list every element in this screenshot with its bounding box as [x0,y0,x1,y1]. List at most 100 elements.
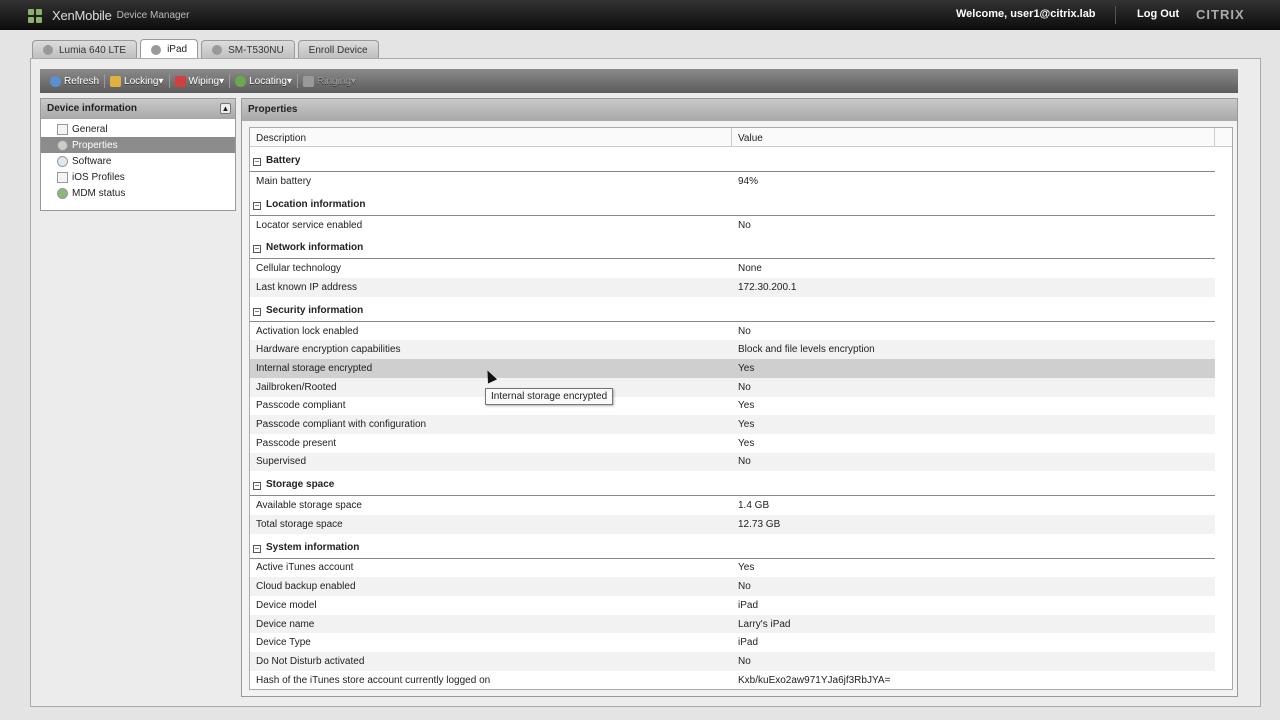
collapse-group-icon[interactable]: − [253,158,261,166]
group-header[interactable]: − System information [250,534,1215,559]
top-bar: XenMobile Device Manager Welcome, user1@… [0,0,1280,30]
property-description: Do Not Disturb activated [256,655,365,667]
table-row[interactable]: Total storage space 12.73 GB [250,514,1215,534]
phone-icon [302,75,314,87]
property-description: Available storage space [256,500,362,512]
property-description: Device Type [256,637,311,649]
table-row[interactable]: Do Not Disturb activated No [250,652,1215,671]
property-description: Supervised [256,456,307,468]
tab-enroll-device[interactable]: Enroll Device [297,40,379,59]
property-value: Yes [738,362,755,374]
sidebar-item-label: General [72,123,108,135]
sidebar-item-mdm-status[interactable]: MDM status [41,185,235,201]
wiping-menu[interactable]: Wiping ▾ [170,72,230,90]
lock-icon [110,75,122,87]
property-description: Cellular technology [256,263,342,275]
device-tabs: Lumia 640 LTE iPad SM-T530NU Enroll Devi… [32,39,382,59]
tab-label: Enroll Device [308,44,368,56]
group-header[interactable]: − Storage space [250,471,1215,497]
locking-menu[interactable]: Locking ▾ [105,72,169,90]
chevron-down-icon: ▾ [158,75,164,87]
divider [1115,6,1116,24]
property-value: iPad [738,599,759,611]
group-title: Storage space [266,479,335,491]
properties-grid: Description Value − Battery Main battery 94… [249,127,1233,690]
table-row[interactable]: Supervised No [250,452,1215,472]
table-row[interactable]: Available storage space 1.4 GB [250,496,1215,515]
property-value: Larry's iPad [738,618,791,630]
property-value: Yes [738,437,755,449]
collapse-group-icon[interactable]: − [253,482,261,491]
group-title: Security information [266,304,364,316]
group-header[interactable]: − Network information [250,234,1215,260]
property-description: Activation lock enabled [256,325,359,337]
locating-menu[interactable]: Locating ▾ [230,72,297,90]
property-value: No [738,581,751,593]
refresh-icon [50,75,61,87]
tooltip: Internal storage encrypted [485,388,614,405]
table-row[interactable]: Device name Larry's iPad [250,614,1215,634]
property-value: No [738,325,751,337]
collapse-group-icon[interactable]: − [253,201,261,210]
property-value: No [738,381,751,393]
table-row[interactable]: Internal storage encrypted Yes [250,359,1215,378]
table-row[interactable]: Locator service enabled No [250,216,1215,235]
wipe-icon [174,75,186,87]
collapse-group-icon[interactable]: − [253,245,261,254]
table-row[interactable]: Activation lock enabled No [250,322,1215,341]
welcome-text: Welcome, user1@citrix.lab [956,8,1096,20]
group-header[interactable]: − Battery [250,147,1215,172]
table-row[interactable]: Main battery 94% [250,172,1215,191]
status-icon [57,187,68,199]
property-description: Last known IP address [256,281,357,293]
table-row[interactable]: Hash of the iTunes store account current… [250,671,1215,689]
collapse-icon[interactable]: ▲ [220,103,231,114]
table-row[interactable]: Device model iPad [250,596,1215,615]
document-icon [57,123,68,135]
sidebar-item-ios-profiles[interactable]: iOS Profiles [41,169,235,185]
table-row[interactable]: Last known IP address 172.30.200.1 [250,278,1215,297]
table-row[interactable]: Passcode compliant Yes [250,397,1215,416]
table-row[interactable]: Jailbroken/Rooted No [250,377,1215,397]
logout-link[interactable]: Log Out [1137,8,1179,20]
gear-icon [57,139,68,151]
tab-lumia[interactable]: Lumia 640 LTE [32,40,138,59]
property-description: Main battery [256,175,312,187]
profile-icon [57,171,68,183]
refresh-button[interactable]: Refresh [45,72,104,90]
table-row[interactable]: Device Type iPad [250,633,1215,652]
tab-sm-t530nu[interactable]: SM-T530NU [201,40,295,59]
sidebar-item-label: Properties [72,139,118,151]
table-row[interactable]: Hardware encryption capabilities Block an… [250,340,1215,360]
table-row[interactable]: Cloud backup enabled No [250,577,1215,596]
sidebar-item-properties[interactable]: Properties [41,137,235,153]
ringing-menu[interactable]: Ringing ▾ [298,72,361,90]
column-header-description[interactable]: Description [250,128,732,146]
property-value: No [738,655,751,667]
table-row[interactable]: Passcode present Yes [250,434,1215,453]
property-description: Active iTunes account [256,562,354,574]
group-header[interactable]: − Security information [250,297,1215,322]
sidebar-item-general[interactable]: General [41,121,235,137]
property-description: Locator service enabled [256,219,363,231]
property-description: Hash of the iTunes store account current… [256,674,491,686]
tab-label: iPad [167,44,188,55]
grid-body: − Battery Main battery 94% − Location informa… [250,147,1232,689]
collapse-group-icon[interactable]: − [253,544,261,553]
toolbar: Refresh Locking ▾ Wiping ▾ Locating ▾ Ringi… [40,69,1238,93]
sidebar-item-software[interactable]: Software [41,153,235,169]
tab-ipad[interactable]: iPad [140,39,199,59]
property-value: 1.4 GB [738,500,770,512]
property-description: Passcode present [256,437,337,449]
table-row[interactable]: Active iTunes account Yes [250,559,1215,578]
table-row[interactable]: Cellular technology None [250,259,1215,278]
group-header[interactable]: − Location information [250,191,1215,216]
chevron-down-icon: ▾ [286,75,292,87]
citrix-logo: CITRIX [1196,7,1245,22]
collapse-group-icon[interactable]: − [253,307,261,316]
table-row[interactable]: Passcode compliant with configuration Yes [250,415,1215,434]
properties-panel: Properties Description Value − Battery Mai… [241,98,1238,697]
wiping-label: Wiping [188,75,220,87]
ringing-label: Ringing [316,75,351,87]
column-header-value[interactable]: Value [732,128,1215,146]
